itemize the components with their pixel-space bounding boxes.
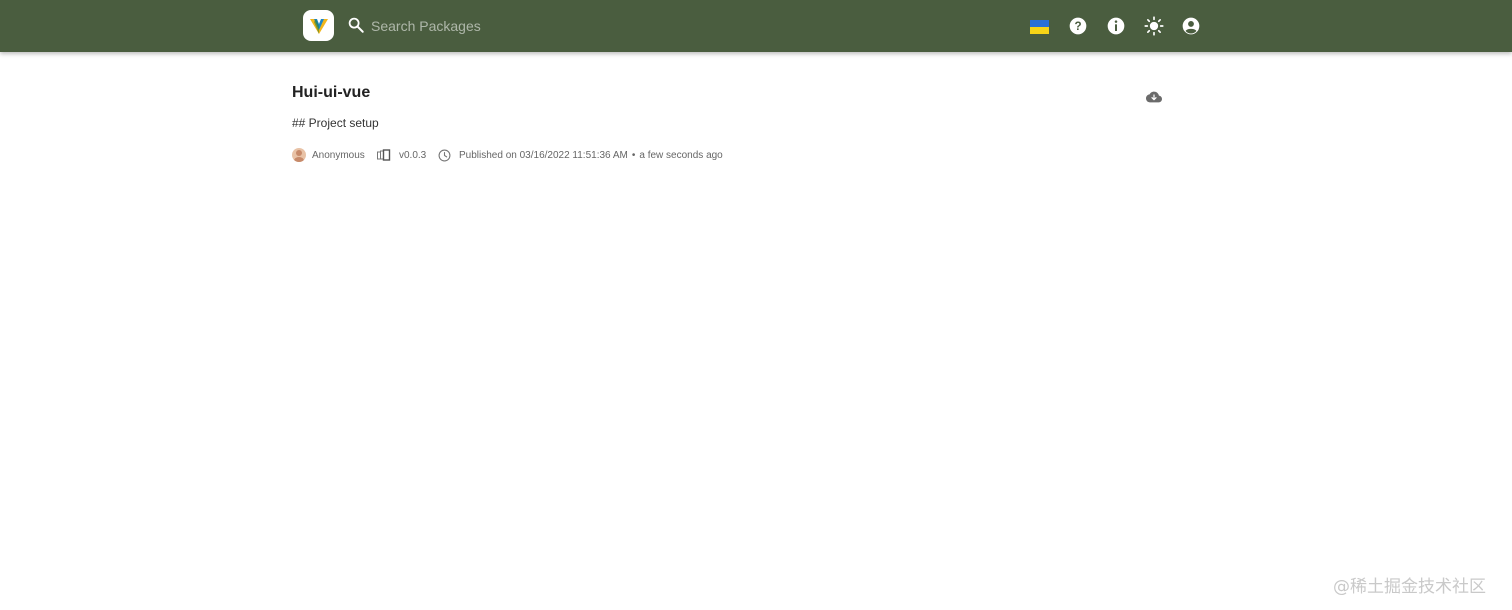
logo-icon[interactable] xyxy=(303,10,334,41)
svg-text:?: ? xyxy=(1074,20,1081,33)
package-version: v0.0.3 xyxy=(399,149,427,161)
relative-time: a few seconds ago xyxy=(639,149,723,161)
search-input[interactable] xyxy=(371,14,671,38)
version-icon xyxy=(377,149,391,161)
top-app-bar: ? xyxy=(0,0,1512,52)
publish-info: Published on 03/16/2022 11:51:36 AM • a … xyxy=(438,147,723,163)
flag-icon[interactable] xyxy=(1030,20,1049,34)
package-title[interactable]: Hui-ui-vue xyxy=(292,84,370,102)
download-icon[interactable] xyxy=(1146,90,1162,104)
search-icon[interactable] xyxy=(347,16,365,34)
publish-date: Published on 03/16/2022 11:51:36 AM xyxy=(459,149,628,161)
help-icon[interactable]: ? xyxy=(1068,16,1088,36)
account-icon[interactable] xyxy=(1181,16,1201,36)
meta-separator: • xyxy=(631,149,636,161)
theme-icon[interactable] xyxy=(1144,16,1164,36)
clock-icon xyxy=(438,149,451,161)
info-icon[interactable] xyxy=(1106,16,1126,36)
version-info: v0.0.3 xyxy=(377,147,426,163)
author-info: Anonymous xyxy=(292,147,365,163)
package-description: ## Project setup xyxy=(292,116,379,130)
avatar xyxy=(292,148,306,162)
author-name: Anonymous xyxy=(312,149,365,161)
watermark: @稀土掘金技术社区 xyxy=(1333,577,1486,597)
